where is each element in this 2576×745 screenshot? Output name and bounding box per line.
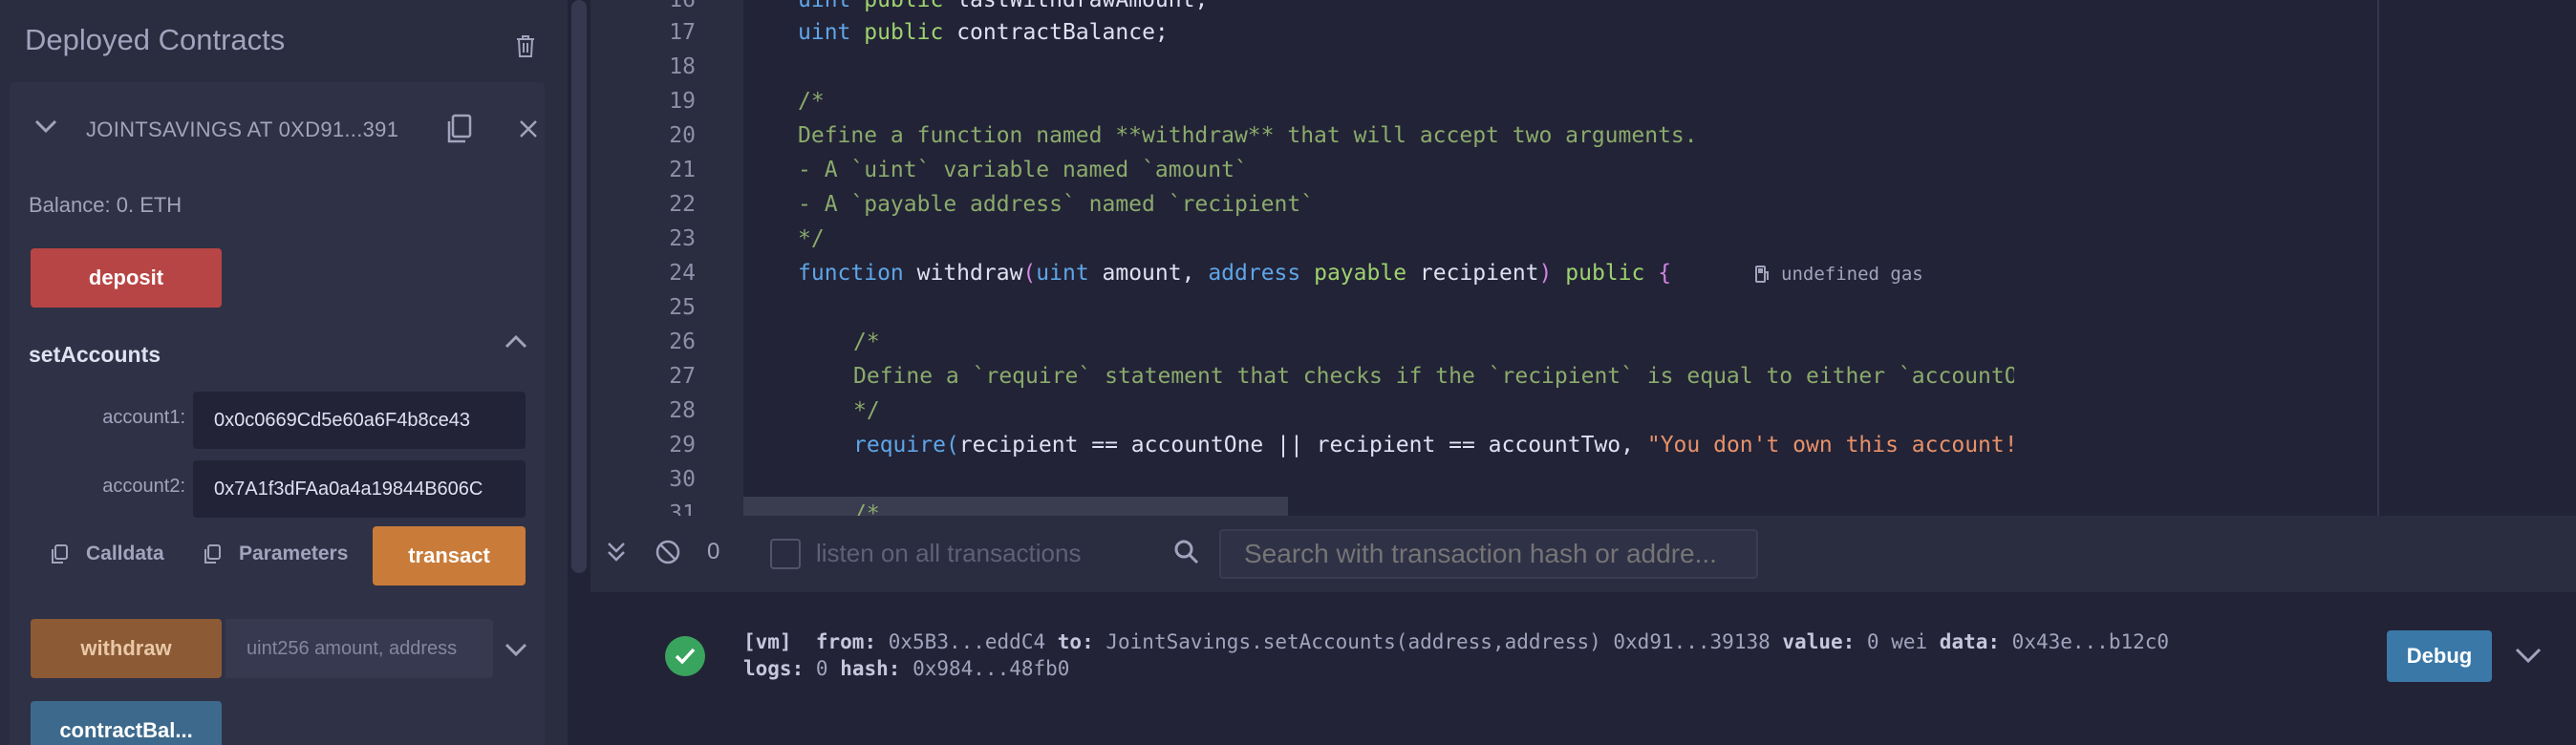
line-number: 17 bbox=[669, 20, 696, 45]
line-number: 26 bbox=[669, 330, 696, 354]
trash-icon[interactable] bbox=[514, 32, 537, 59]
contract-name: JOINTSAVINGS AT 0XD91...391 bbox=[86, 117, 399, 141]
deposit-button[interactable]: deposit bbox=[31, 248, 222, 308]
scrollbar-thumb[interactable] bbox=[571, 0, 587, 573]
search-icon bbox=[1174, 540, 1199, 564]
transact-button[interactable]: transact bbox=[373, 526, 526, 585]
chevron-down-icon[interactable] bbox=[503, 638, 529, 661]
tx-summary[interactable]: [vm] from: 0x5B3...eddC4 to: JointSaving… bbox=[743, 630, 2169, 653]
panel-title: Deployed Contracts bbox=[25, 23, 286, 56]
line-number: 30 bbox=[669, 467, 696, 492]
chevron-down-icon[interactable] bbox=[32, 115, 59, 138]
line-gutter: 16 17 18 19 20 21 22 23 24 25 26 27 28 2… bbox=[590, 0, 743, 516]
withdraw-args-input[interactable]: uint256 amount, address bbox=[225, 619, 493, 678]
line-number: 29 bbox=[669, 433, 696, 458]
code-line-29: require(recipient == accountOne || recip… bbox=[853, 433, 2014, 458]
account2-label: account2: bbox=[102, 476, 185, 497]
line-number: 19 bbox=[669, 89, 696, 114]
code-line-22: - A `payable address` named `recipient` bbox=[798, 192, 1315, 217]
line-number: 22 bbox=[669, 192, 696, 217]
tx-details: logs: 0 hash: 0x984...48fb0 bbox=[743, 657, 1070, 680]
deployed-contracts-panel: Deployed Contracts JOINTSAVINGS AT 0XD91… bbox=[0, 0, 568, 745]
code-editor[interactable]: 16 17 18 19 20 21 22 23 24 25 26 27 28 2… bbox=[590, 0, 2576, 516]
account1-label: account1: bbox=[102, 407, 185, 428]
close-icon[interactable] bbox=[518, 118, 539, 139]
line-number: 18 bbox=[669, 54, 696, 79]
tx-search-input[interactable] bbox=[1219, 529, 1758, 579]
code-content[interactable]: uint public lastWithdrawAmount; uint pub… bbox=[743, 0, 2014, 516]
code-line-23: */ bbox=[798, 226, 825, 251]
code-line-21: - A `uint` variable named `amount` bbox=[798, 158, 1248, 182]
copy-icon bbox=[204, 544, 221, 564]
account1-input[interactable] bbox=[193, 392, 526, 449]
copy-icon[interactable] bbox=[443, 113, 474, 145]
code-line-28: */ bbox=[853, 398, 880, 423]
code-line-26: /* bbox=[853, 330, 880, 354]
contract-balance: Balance: 0. ETH bbox=[29, 193, 182, 217]
withdraw-button[interactable]: withdraw bbox=[31, 619, 222, 678]
listen-checkbox[interactable] bbox=[770, 539, 801, 569]
copy-icon bbox=[52, 544, 68, 564]
line-number: 25 bbox=[669, 295, 696, 320]
clear-console-icon[interactable] bbox=[654, 538, 682, 566]
line-number: 31 bbox=[669, 501, 696, 516]
parameters-button[interactable]: Parameters bbox=[203, 543, 348, 565]
line-number: 27 bbox=[669, 364, 696, 389]
debug-button[interactable]: Debug bbox=[2387, 630, 2492, 682]
line-number: 24 bbox=[669, 261, 696, 286]
listen-label: listen on all transactions bbox=[816, 539, 1082, 567]
chevron-down-icon[interactable] bbox=[2513, 644, 2544, 667]
parameters-label: Parameters bbox=[239, 543, 349, 564]
left-panel-scrollbar[interactable] bbox=[568, 0, 590, 745]
double-chevron-down-icon[interactable] bbox=[602, 538, 631, 566]
code-line-17: uint public contractBalance; bbox=[798, 20, 1169, 45]
code-line-20: Define a function named **withdraw** tha… bbox=[798, 123, 1698, 148]
calldata-button[interactable]: Calldata bbox=[50, 543, 164, 565]
gas-pump-icon bbox=[1755, 266, 1769, 283]
calldata-label: Calldata bbox=[86, 543, 164, 564]
code-line-31: /* bbox=[853, 501, 880, 516]
gas-estimate: undefined gas bbox=[1754, 264, 1923, 285]
code-line-24: function withdraw(uint amount, address p… bbox=[798, 261, 1672, 286]
line-number: 23 bbox=[669, 226, 696, 251]
code-line-27: Define a `require` statement that checks… bbox=[853, 364, 2014, 389]
contract-balance-button[interactable]: contractBal... bbox=[31, 701, 222, 745]
chevron-up-icon[interactable] bbox=[503, 330, 529, 353]
line-number: 20 bbox=[669, 123, 696, 148]
line-number: 21 bbox=[669, 158, 696, 182]
gas-note: undefined gas bbox=[1781, 264, 1923, 285]
set-accounts-title: setAccounts bbox=[29, 342, 161, 367]
code-line-19: /* bbox=[798, 89, 825, 114]
success-check-icon bbox=[665, 636, 705, 676]
line-number: 28 bbox=[669, 398, 696, 423]
account2-input[interactable] bbox=[193, 460, 526, 518]
editor-ruler bbox=[2377, 0, 2379, 516]
pending-tx-count: 0 bbox=[707, 539, 720, 564]
